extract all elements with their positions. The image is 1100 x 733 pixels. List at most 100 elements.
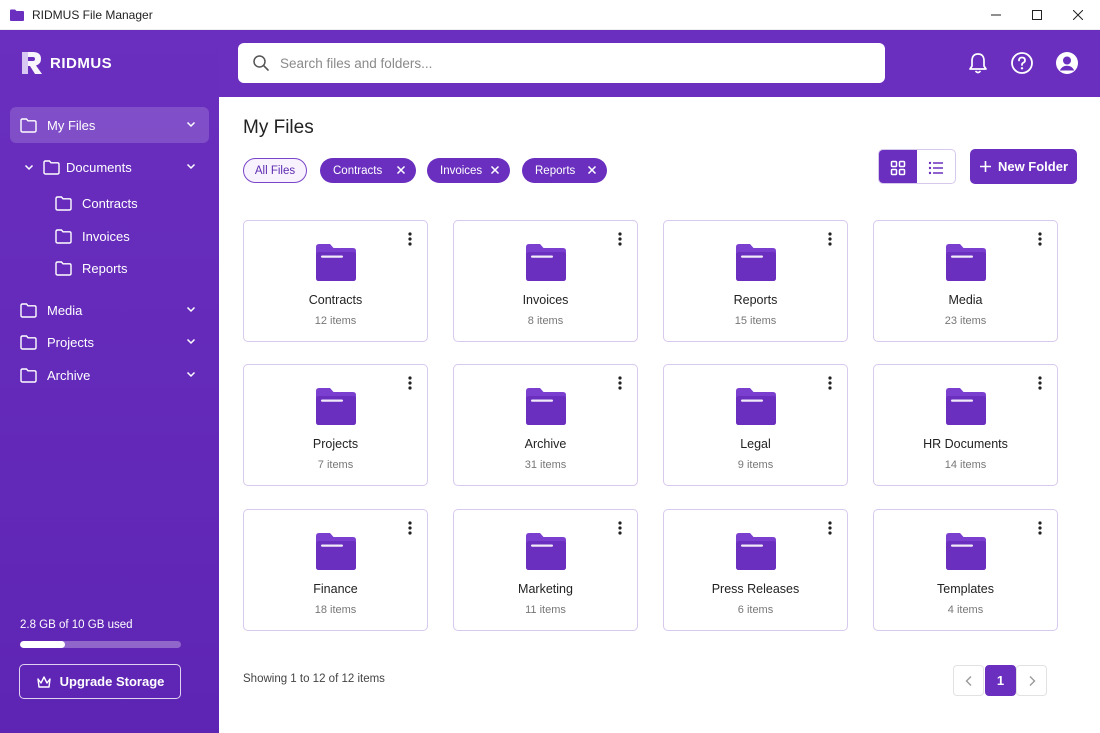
folder-icon (43, 159, 60, 175)
remove-filter-icon[interactable] (587, 165, 597, 175)
filter-chip-label: Reports (535, 164, 576, 177)
folder-item-count: 4 items (947, 604, 984, 616)
sidebar: RIDMUS My Files Documents Contracts Invo… (0, 30, 219, 733)
more-vertical-icon[interactable] (405, 520, 415, 536)
folder-card[interactable]: Reports 15 items (663, 220, 848, 342)
more-vertical-icon[interactable] (825, 231, 835, 247)
search-input[interactable] (280, 55, 860, 71)
sidebar-item-label: Archive (47, 367, 91, 383)
chevron-down-icon (186, 338, 196, 345)
ridmus-logo-icon (22, 52, 42, 74)
remove-filter-icon[interactable] (490, 165, 500, 175)
chevron-down-icon (186, 371, 196, 378)
grid-view-icon (890, 160, 906, 175)
new-folder-button[interactable]: New Folder (970, 149, 1077, 184)
folder-name: Invoices (522, 293, 569, 307)
folder-icon (20, 367, 37, 383)
folder-icon (316, 388, 356, 425)
more-vertical-icon[interactable] (825, 520, 835, 536)
search-icon (252, 54, 270, 72)
folder-card[interactable]: Contracts 12 items (243, 220, 428, 342)
grid-view-button[interactable] (879, 150, 917, 183)
sidebar-item-label: Reports (82, 260, 128, 276)
folder-item-count: 14 items (944, 459, 987, 471)
more-vertical-icon[interactable] (405, 231, 415, 247)
filter-chip-invoices[interactable]: Invoices (427, 158, 510, 183)
crown-icon (36, 675, 51, 688)
folder-name: Contracts (308, 293, 363, 307)
storage-progress-fill (20, 641, 66, 648)
folder-card[interactable]: HR Documents 14 items (873, 364, 1058, 486)
folder-icon (526, 388, 566, 425)
minimize-button[interactable] (975, 0, 1017, 30)
more-vertical-icon[interactable] (825, 375, 835, 391)
page-title: My Files (243, 117, 314, 138)
folder-icon (736, 388, 776, 425)
sidebar-item-label: Projects (47, 334, 94, 350)
folder-name: Legal (740, 437, 771, 451)
folder-item-count: 11 items (525, 604, 566, 616)
folder-card[interactable]: Marketing 11 items (453, 509, 638, 631)
help-button[interactable] (1010, 51, 1034, 75)
sidebar-item-label: Contracts (82, 195, 138, 211)
upgrade-storage-button[interactable]: Upgrade Storage (19, 664, 181, 699)
page-button-current[interactable]: 1 (985, 665, 1016, 696)
sidebar-item-my-files[interactable]: My Files (10, 107, 209, 143)
list-view-icon (928, 161, 943, 174)
remove-filter-icon[interactable] (396, 165, 406, 175)
user-account-button[interactable] (1055, 51, 1079, 75)
previous-page-button[interactable] (953, 665, 984, 696)
folder-icon (316, 244, 356, 281)
sidebar-item-documents[interactable]: Documents (10, 149, 209, 185)
folder-card[interactable]: Invoices 8 items (453, 220, 638, 342)
sidebar-item-label: Invoices (82, 228, 130, 244)
next-page-button[interactable] (1016, 665, 1047, 696)
folder-card[interactable]: Templates 4 items (873, 509, 1058, 631)
sidebar-item-projects[interactable]: Projects (10, 324, 209, 360)
folder-item-count: 7 items (317, 459, 354, 471)
sidebar-item-media[interactable]: Media (10, 292, 209, 328)
close-button[interactable] (1057, 0, 1099, 30)
brand-name: RIDMUS (50, 54, 113, 72)
sidebar-item-invoices[interactable]: Invoices (55, 222, 130, 250)
folder-card[interactable]: Press Releases 6 items (663, 509, 848, 631)
folder-icon (20, 117, 37, 133)
more-vertical-icon[interactable] (1035, 520, 1045, 536)
folder-icon (946, 388, 986, 425)
storage-progress-bar (20, 641, 181, 648)
chevron-down-icon (186, 306, 196, 313)
more-vertical-icon[interactable] (1035, 231, 1045, 247)
filter-chip-all-files[interactable]: All Files (243, 158, 307, 183)
sidebar-item-contracts[interactable]: Contracts (55, 189, 138, 217)
notifications-button[interactable] (966, 51, 990, 75)
folder-card[interactable]: Legal 9 items (663, 364, 848, 486)
upgrade-storage-label: Upgrade Storage (59, 674, 165, 689)
sidebar-item-archive[interactable]: Archive (10, 357, 209, 393)
filter-chip-reports[interactable]: Reports (522, 158, 607, 183)
more-vertical-icon[interactable] (1035, 375, 1045, 391)
filter-chip-contracts[interactable]: Contracts (320, 158, 416, 183)
more-vertical-icon[interactable] (615, 520, 625, 536)
maximize-icon (1032, 10, 1042, 20)
folder-icon (20, 302, 37, 318)
folder-icon (316, 533, 356, 570)
folder-card[interactable]: Media 23 items (873, 220, 1058, 342)
more-vertical-icon[interactable] (405, 375, 415, 391)
folder-card[interactable]: Projects 7 items (243, 364, 428, 486)
folder-card[interactable]: Archive 31 items (453, 364, 638, 486)
list-view-button[interactable] (917, 150, 955, 183)
chevron-down-icon (186, 163, 196, 170)
folder-name: Media (948, 293, 983, 307)
maximize-button[interactable] (1016, 0, 1058, 30)
sidebar-item-reports[interactable]: Reports (55, 254, 128, 282)
search-box[interactable] (238, 43, 885, 83)
more-vertical-icon[interactable] (615, 231, 625, 247)
filter-chip-label: Invoices (440, 164, 483, 177)
app-folder-icon (10, 8, 24, 22)
more-vertical-icon[interactable] (615, 375, 625, 391)
chevron-down-icon (186, 121, 196, 128)
window-title: RIDMUS File Manager (32, 7, 153, 22)
sidebar-item-label: Media (47, 302, 83, 318)
folder-name: Marketing (518, 582, 573, 596)
folder-card[interactable]: Finance 18 items (243, 509, 428, 631)
